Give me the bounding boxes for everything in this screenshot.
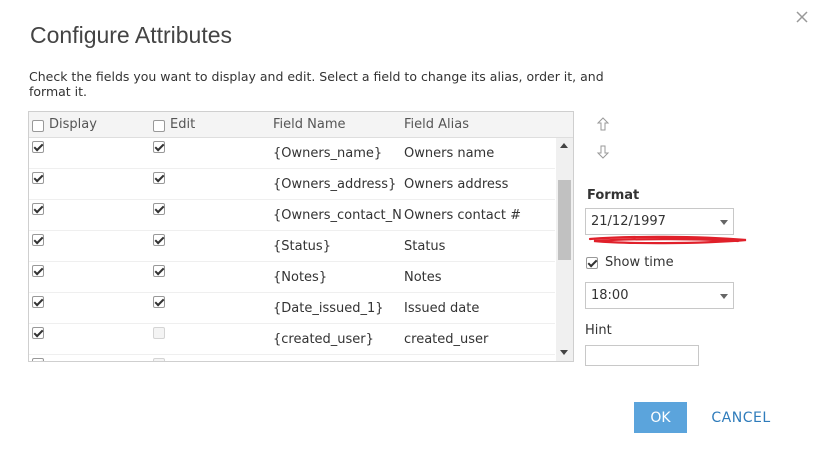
grid-scrollbar[interactable]	[556, 138, 573, 361]
table-row[interactable]: {Status} Status	[29, 231, 555, 262]
table-row[interactable]: {Owners_address} Owners address	[29, 169, 555, 200]
field-alias-cell[interactable]: Owners address	[404, 169, 554, 200]
edit-checkbox[interactable]	[153, 172, 165, 184]
edit-all-checkbox[interactable]	[153, 120, 165, 132]
scroll-down-arrow-icon[interactable]	[560, 350, 568, 355]
time-format-select[interactable]: 18:00	[585, 282, 734, 309]
dialog-description: Check the fields you want to display and…	[29, 69, 604, 99]
dialog-title: Configure Attributes	[30, 22, 233, 48]
display-checkbox[interactable]	[32, 172, 44, 184]
cancel-button[interactable]: CANCEL	[701, 402, 781, 433]
field-alias-cell[interactable]: Notes	[404, 262, 554, 293]
field-name-cell: {created_user}	[273, 332, 374, 347]
chevron-down-icon	[720, 220, 728, 225]
grid-header: Display Edit Field Name Field Alias	[29, 112, 573, 138]
arrow-down-icon	[596, 145, 610, 159]
display-checkbox[interactable]	[32, 358, 44, 361]
column-header-field-name[interactable]: Field Name	[273, 112, 346, 138]
field-name-cell: {created_date}	[273, 355, 403, 361]
table-row[interactable]: {Date_issued_1} Issued date	[29, 293, 555, 324]
field-alias-cell[interactable]: created_user	[404, 324, 554, 355]
red-annotation-scribble	[588, 235, 747, 245]
table-row[interactable]: {created_user} created_user	[29, 324, 555, 355]
fields-grid: Display Edit Field Name Field Alias {Own…	[28, 111, 574, 362]
date-format-value: 21/12/1997	[591, 214, 666, 229]
edit-checkbox	[153, 358, 165, 361]
edit-checkbox[interactable]	[153, 296, 165, 308]
scrollbar-thumb[interactable]	[558, 180, 571, 260]
scroll-up-arrow-icon[interactable]	[560, 143, 568, 148]
display-checkbox[interactable]	[32, 203, 44, 215]
table-row[interactable]: {Notes} Notes	[29, 262, 555, 293]
field-name-cell: {Owners_address}	[273, 177, 397, 192]
show-time-checkbox[interactable]	[586, 257, 598, 269]
edit-checkbox[interactable]	[153, 203, 165, 215]
field-name-cell: {Status}	[273, 239, 331, 254]
move-down-button[interactable]	[596, 144, 610, 160]
edit-checkbox[interactable]	[153, 265, 165, 277]
hint-label: Hint	[585, 323, 612, 338]
field-alias-cell[interactable]: Status	[404, 231, 554, 262]
close-icon[interactable]	[794, 9, 810, 25]
table-row[interactable]: {Owners_name} Owners name	[29, 138, 555, 169]
field-alias-cell[interactable]: Owners contact #	[404, 200, 554, 231]
display-checkbox[interactable]	[32, 234, 44, 246]
move-up-button[interactable]	[596, 116, 610, 132]
table-row[interactable]: {created_date}created_date	[29, 355, 555, 361]
ok-button[interactable]: OK	[634, 402, 687, 433]
display-checkbox[interactable]	[32, 265, 44, 277]
display-checkbox[interactable]	[32, 141, 44, 153]
grid-body: {Owners_name} Owners name {Owners_address}…	[29, 138, 555, 361]
column-header-field-alias[interactable]: Field Alias	[404, 112, 469, 138]
column-header-edit: Edit	[170, 117, 196, 132]
show-time-label: Show time	[605, 255, 674, 270]
arrow-up-icon	[596, 117, 610, 131]
table-row[interactable]: {Owners_contact_N} Owners contact #	[29, 200, 555, 231]
field-name-cell: {Owners_contact_N}	[273, 208, 403, 223]
display-all-checkbox[interactable]	[32, 120, 44, 132]
hint-input[interactable]	[585, 345, 699, 366]
field-name-cell: {Date_issued_1}	[273, 301, 384, 316]
field-alias-cell[interactable]: created_date	[404, 355, 554, 361]
field-alias-cell[interactable]: Owners name	[404, 138, 554, 169]
display-checkbox[interactable]	[32, 327, 44, 339]
format-label: Format	[587, 188, 640, 203]
field-alias-cell[interactable]: Issued date	[404, 293, 554, 324]
configure-attributes-dialog: Configure Attributes Check the fields yo…	[0, 0, 815, 464]
column-header-display: Display	[49, 117, 97, 132]
display-checkbox[interactable]	[32, 296, 44, 308]
field-name-cell: {Owners_name}	[273, 146, 383, 161]
edit-checkbox[interactable]	[153, 141, 165, 153]
edit-checkbox[interactable]	[153, 234, 165, 246]
field-name-cell: {Notes}	[273, 270, 328, 285]
edit-checkbox	[153, 327, 165, 339]
date-format-select[interactable]: 21/12/1997	[585, 208, 734, 235]
time-format-value: 18:00	[591, 288, 629, 303]
chevron-down-icon	[720, 294, 728, 299]
